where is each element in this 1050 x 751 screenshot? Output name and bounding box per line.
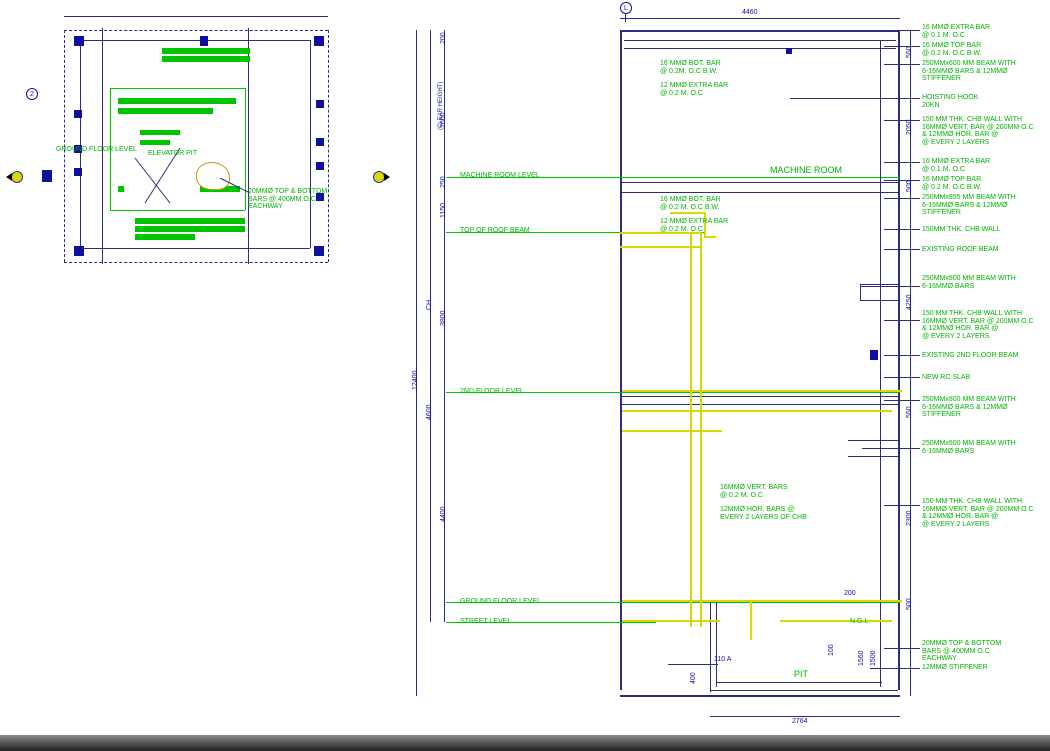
section-eye-right [368, 170, 390, 182]
dim-h2: 2600 [440, 112, 447, 128]
call-r5: 150 MM THK. CHB WALL WITH 16MMØ VERT. BA… [922, 116, 1034, 147]
dim-bot-a: 110 A [714, 656, 731, 664]
dim-h1: 200 [440, 32, 447, 44]
call-r2: 16 MMØ TOP BAR @ 0.2 M. O.C B.W. [922, 42, 982, 57]
dim-r7: 500 [906, 598, 913, 610]
bottom-bar [0, 735, 1050, 751]
dim-r10: 1500 [870, 650, 878, 666]
call-r12: 150 MM THK. CHB WALL WITH 16MMØ VERT. BA… [922, 310, 1034, 341]
call-r13: EXISTING 2ND FLOOR BEAM [922, 352, 1018, 360]
dim-h5: 3800 [440, 310, 447, 326]
dim-h8: CH [426, 300, 433, 310]
call-r8: 250MMx855 MM BEAM WITH 6-16MMØ BARS & 12… [922, 194, 1016, 217]
dim-r9: 100 [828, 644, 836, 656]
lbl-machine-room-level: MACHINE ROOM LEVEL [460, 172, 540, 180]
call-l3: 16 MMØ BOT. BAR @ 0.2 M. O.C B.W. [660, 196, 721, 211]
lbl-gf: GROUND FLOOR LEVEL [460, 598, 541, 606]
section-eye-left [6, 170, 28, 182]
dim-h4: 1150 [440, 203, 447, 218]
dim-r3: 500 [906, 180, 913, 192]
dim-h7: 4600 [426, 404, 433, 420]
dim-r2: 2050 [906, 119, 913, 135]
dim-r1: 550 [906, 46, 913, 58]
lbl-ngl: N.G.L. [850, 618, 870, 626]
call-r7: 16 MMØ TOP BAR @ 0.2 M. O.C B.W. [922, 176, 982, 191]
call-l5: 16MMØ VERT. BARS @ 0.2 M. O.C [720, 484, 788, 499]
dim-top: 4460 [742, 9, 758, 17]
call-l6: 12MMØ HOR. BARS @ EVERY 2 LAYERS OF CHB [720, 506, 807, 521]
call-l2: 12 MMØ EXTRA BAR @ 0.2 M. O.C [660, 82, 728, 97]
dim-h6: 4400 [440, 506, 447, 522]
grid-marker-2: 2 [26, 88, 38, 100]
call-l1: 16 MMØ BOT. BAR @ 0.2M. O.C B.W. [660, 60, 721, 75]
call-r18: 20MMØ TOP & BOTTOM BARS @ 400MM O.C EACH… [922, 640, 1001, 663]
dim-r8: 200 [844, 590, 856, 598]
call-r17: 150 MM THK. CHB WALL WITH 16MMØ VERT. BA… [922, 498, 1034, 529]
dim-bot-main: 2764 [792, 718, 808, 726]
lbl-2nd-floor: 2ND FLOOR LEVEL [460, 388, 524, 396]
dim-r6: 2300 [906, 510, 913, 526]
plan-bars-note: 20MMØ TOP & BOTTOM BARS @ 400MM O.C EACH… [248, 188, 327, 211]
call-l4: 12 MMØ EXTRA BAR @ 0.2 M. O.C [660, 218, 728, 233]
dim-r4: 4250 [906, 294, 913, 310]
lbl-machine-room: MACHINE ROOM [770, 166, 842, 176]
call-r1: 16 MMØ EXTRA BAR @ 0.1 M. O.C [922, 24, 990, 39]
dim-r11: 1560 [858, 650, 866, 666]
dim-r5: 550 [906, 406, 913, 418]
call-r4: HOISTING HOOK 20KN [922, 94, 978, 109]
lbl-street: STREET LEVEL [460, 618, 511, 626]
dim-h3: 250 [440, 176, 447, 188]
call-r19: 12MMØ STIFFENER [922, 664, 988, 672]
drawing-canvas: GROUND FLOOR LEVEL ELEVATOR PIT 20MMØ TO… [0, 0, 1050, 751]
dim-bot-b: 400 [690, 672, 698, 684]
call-r9: 150MM THK. CHB WALL [922, 226, 1001, 234]
lbl-top-roof-beam: TOP OF ROOF BEAM [460, 227, 530, 235]
call-r6: 16 MMØ EXTRA BAR @ 0.1 M. O.C [922, 158, 990, 173]
call-r15: 250MMx800 MM BEAM WITH 6-16MMØ BARS & 12… [922, 396, 1016, 419]
call-r3: 250MMx600 MM BEAM WITH 6-16MMØ BARS & 12… [922, 60, 1016, 83]
call-r16: 250MMx800 MM BEAM WITH 6-16MMØ BARS [922, 440, 1016, 455]
call-r14: NEW RC SLAB [922, 374, 970, 382]
plan-pit-label: ELEVATOR PIT [148, 150, 197, 158]
plan-gf-label: GROUND FLOOR LEVEL [56, 146, 137, 154]
call-r11: 250MMx800 MM BEAM WITH 6-16MMØ BARS [922, 275, 1016, 290]
grid-marker-L: L [620, 2, 632, 14]
lbl-pit: PIT [794, 670, 808, 680]
call-r10: EXISTING ROOF BEAM [922, 246, 999, 254]
dim-h-overall: 12400 [412, 371, 419, 390]
